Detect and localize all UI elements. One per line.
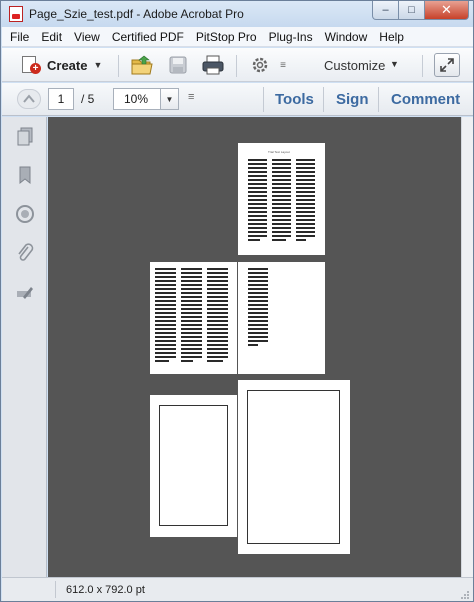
text-column bbox=[248, 159, 267, 243]
page-count: / 5 bbox=[81, 92, 95, 106]
resize-grip-icon[interactable] bbox=[460, 589, 470, 599]
create-button[interactable]: + Create ▼ bbox=[20, 54, 102, 76]
text-column bbox=[155, 268, 176, 364]
tools-pane-button[interactable]: Tools bbox=[275, 91, 314, 108]
main-toolbar: + Create ▼ ≡ Customize ▼ bbox=[2, 48, 473, 82]
page-heading: Trial Text Layout bbox=[268, 150, 290, 154]
page-thumbnails-icon[interactable] bbox=[14, 125, 36, 147]
pdf-page-2[interactable] bbox=[150, 262, 237, 374]
settings-gear-icon[interactable] bbox=[247, 53, 273, 77]
page-border-box bbox=[159, 405, 228, 526]
window-controls: – □ ✕ bbox=[372, 1, 469, 21]
zoom-value[interactable]: 10% bbox=[114, 89, 160, 109]
toolbar-divider bbox=[323, 87, 324, 112]
vertical-scrollbar[interactable] bbox=[461, 117, 473, 577]
title-bar[interactable]: Page_Szie_test.pdf - Adobe Acrobat Pro –… bbox=[1, 1, 473, 27]
text-column bbox=[181, 268, 202, 364]
menu-pitstop-pro[interactable]: PitStop Pro bbox=[190, 27, 263, 47]
minimize-button[interactable]: – bbox=[372, 1, 399, 20]
print-icon[interactable] bbox=[200, 53, 226, 77]
menu-bar: File Edit View Certified PDF PitStop Pro… bbox=[2, 27, 473, 47]
document-view[interactable]: Trial Text Layout bbox=[48, 117, 461, 577]
app-window: Page_Szie_test.pdf - Adobe Acrobat Pro –… bbox=[0, 0, 474, 602]
maximize-button[interactable]: □ bbox=[399, 1, 425, 20]
pdf-page-1[interactable]: Trial Text Layout bbox=[238, 143, 325, 255]
sign-pane-button[interactable]: Sign bbox=[336, 91, 369, 108]
chevron-down-icon[interactable]: ▼ bbox=[390, 59, 399, 69]
toolbar-divider bbox=[236, 55, 237, 77]
status-bar: 612.0 x 792.0 pt bbox=[2, 577, 473, 601]
open-folder-icon[interactable] bbox=[129, 53, 155, 77]
close-button[interactable]: ✕ bbox=[425, 1, 469, 20]
page-number-input[interactable]: 1 bbox=[48, 88, 74, 110]
content-edit-icon[interactable] bbox=[14, 281, 36, 303]
pdf-file-icon bbox=[9, 6, 23, 22]
pdf-page-4[interactable] bbox=[150, 395, 237, 537]
pdf-page-3[interactable] bbox=[238, 262, 325, 374]
text-column bbox=[272, 159, 291, 243]
attachments-icon[interactable] bbox=[14, 242, 36, 264]
page-border-box bbox=[247, 390, 340, 544]
bookmarks-icon[interactable] bbox=[14, 164, 36, 186]
text-column bbox=[207, 268, 228, 364]
text-column bbox=[248, 268, 268, 348]
pdf-page-5[interactable] bbox=[238, 380, 350, 554]
zoom-select[interactable]: 10% ▼ bbox=[113, 88, 179, 110]
navigation-toolbar: 1 / 5 10% ▼ ≡ Tools Sign Comment bbox=[2, 83, 473, 116]
menu-file[interactable]: File bbox=[4, 27, 35, 47]
comment-pane-button[interactable]: Comment bbox=[391, 91, 460, 108]
menu-certified-pdf[interactable]: Certified PDF bbox=[106, 27, 190, 47]
page-size-readout: 612.0 x 792.0 pt bbox=[66, 584, 145, 596]
previous-page-button[interactable] bbox=[17, 89, 41, 109]
chevron-down-icon: ▼ bbox=[93, 60, 103, 70]
toolbar-divider bbox=[118, 55, 119, 77]
navigation-pane bbox=[2, 117, 47, 577]
expand-icon[interactable] bbox=[434, 53, 460, 77]
status-divider bbox=[55, 581, 56, 598]
window-title: Page_Szie_test.pdf - Adobe Acrobat Pro bbox=[29, 7, 244, 21]
menu-window[interactable]: Window bbox=[319, 27, 374, 47]
customize-button[interactable]: Customize bbox=[324, 58, 385, 73]
chevron-down-icon[interactable]: ▼ bbox=[160, 89, 178, 109]
arrow-up-icon bbox=[23, 94, 35, 103]
save-icon[interactable] bbox=[165, 53, 191, 77]
toolbar-divider bbox=[422, 55, 423, 77]
toolbar-divider bbox=[263, 87, 264, 112]
toolbar-divider bbox=[378, 87, 379, 112]
text-column bbox=[296, 159, 315, 243]
signatures-icon[interactable] bbox=[14, 203, 36, 225]
menu-plug-ins[interactable]: Plug-Ins bbox=[263, 27, 319, 47]
create-pdf-icon: + bbox=[20, 55, 42, 75]
more-tools-icon[interactable]: ≡ bbox=[188, 91, 194, 103]
create-label: Create bbox=[47, 57, 88, 73]
settings-dropdown-icon[interactable]: ≡ bbox=[276, 53, 290, 77]
menu-view[interactable]: View bbox=[68, 27, 106, 47]
menu-help[interactable]: Help bbox=[373, 27, 410, 47]
menu-edit[interactable]: Edit bbox=[35, 27, 68, 47]
